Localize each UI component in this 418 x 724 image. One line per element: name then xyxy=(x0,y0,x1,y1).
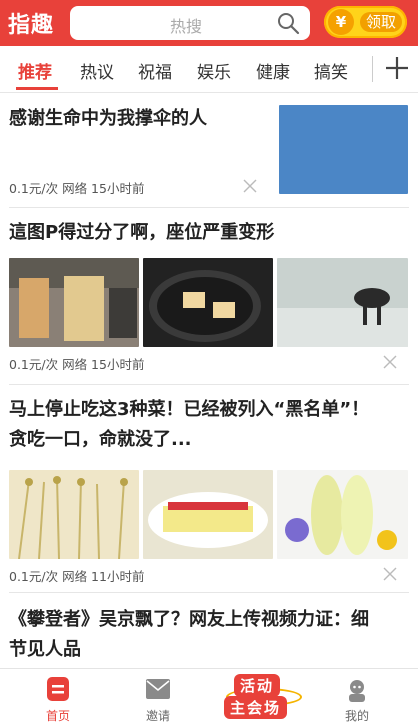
claim-coin-button[interactable]: ¥ 领取 xyxy=(324,6,407,38)
article-meta: 0.1元/次 网络 15小时前 xyxy=(9,181,145,196)
feed-item[interactable]: 马上停止吃这3种菜！已经被列入“黑名单”！ 贪吃一口，命就没了... 0.1元/… xyxy=(0,385,418,592)
activity-main-venue-button[interactable]: 活动 主会场 xyxy=(216,672,306,722)
article-thumbnail[interactable] xyxy=(279,105,408,194)
active-tab-indicator xyxy=(16,87,58,90)
feed-item[interactable]: 感谢生命中为我撑伞的人 0.1元/次 网络 15小时前 xyxy=(0,92,418,207)
home-icon xyxy=(47,677,69,701)
add-channel-icon[interactable] xyxy=(384,54,410,82)
activity-label-top: 活动 xyxy=(234,674,281,697)
article-image[interactable] xyxy=(277,258,408,347)
envelope-icon xyxy=(146,679,170,699)
article-title-line2[interactable]: 节见人品 xyxy=(9,635,81,665)
category-tabs: 推荐 热议 祝福 娱乐 健康 搞笑 xyxy=(0,46,418,93)
app-logo: 指趣 xyxy=(8,13,55,38)
article-title-line1[interactable]: 马上停止吃这3种菜！已经被列入“黑名单”！ xyxy=(9,395,369,425)
tab-hot[interactable]: 热议 xyxy=(80,58,114,83)
tab-entertainment[interactable]: 娱乐 xyxy=(197,58,231,83)
close-icon[interactable] xyxy=(383,355,397,369)
nav-invite-label: 邀请 xyxy=(145,709,170,723)
article-meta: 0.1元/次 网络 11小时前 xyxy=(9,569,145,584)
coin-icon: ¥ xyxy=(328,9,354,35)
user-icon xyxy=(349,680,365,702)
article-image[interactable] xyxy=(143,258,273,347)
article-title[interactable]: 感谢生命中为我撑伞的人 xyxy=(9,104,207,134)
feed-item[interactable]: 《攀登者》吴京飘了？网友上传视频力证：细 节见人品 xyxy=(0,593,418,668)
article-image[interactable] xyxy=(277,470,408,559)
article-meta: 0.1元/次 网络 15小时前 xyxy=(9,357,145,372)
feed-item[interactable]: 這图P得过分了啊，座位严重变形 0.1元/次 网络 15小时前 xyxy=(0,208,418,384)
tab-health[interactable]: 健康 xyxy=(256,58,290,83)
tab-blessing[interactable]: 祝福 xyxy=(138,58,172,83)
article-image[interactable] xyxy=(9,258,139,347)
tab-recommend[interactable]: 推荐 xyxy=(18,58,52,83)
article-title-line2[interactable]: 贪吃一口，命就没了... xyxy=(9,425,192,455)
nav-home-label: 首页 xyxy=(45,709,70,723)
bottom-navigation: 首页 邀请 我的 xyxy=(0,668,418,724)
article-title[interactable]: 這图P得过分了啊，座位严重变形 xyxy=(9,218,274,248)
nav-mine-label: 我的 xyxy=(344,709,369,723)
tab-divider xyxy=(372,56,373,82)
close-icon[interactable] xyxy=(243,179,257,193)
article-title-line1[interactable]: 《攀登者》吴京飘了？网友上传视频力证：细 xyxy=(9,605,369,635)
claim-label: 领取 xyxy=(360,12,403,32)
search-box[interactable]: 热搜 xyxy=(70,6,310,40)
top-bar: 指趣 热搜 ¥ 领取 xyxy=(0,0,418,46)
search-placeholder: 热搜 xyxy=(170,17,203,36)
article-image[interactable] xyxy=(9,470,139,559)
tab-funny[interactable]: 搞笑 xyxy=(314,58,348,83)
activity-label-bottom: 主会场 xyxy=(224,696,288,719)
article-image[interactable] xyxy=(143,470,273,559)
search-icon[interactable] xyxy=(276,11,300,35)
close-icon[interactable] xyxy=(383,567,397,581)
